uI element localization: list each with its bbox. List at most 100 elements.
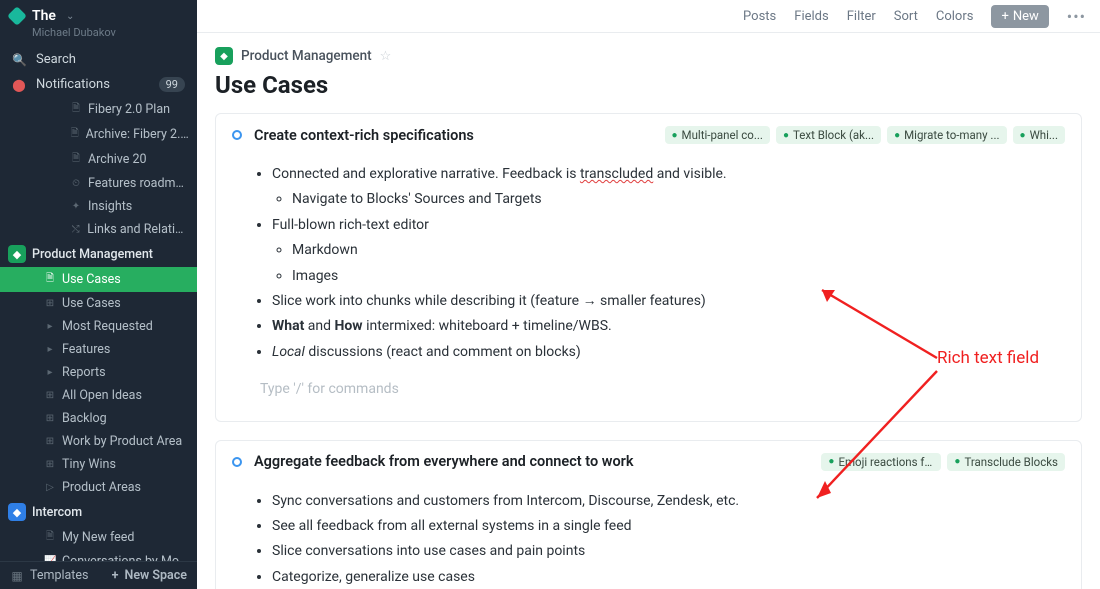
sidebar-item[interactable]: ⏲ Features roadmap: [0, 172, 197, 195]
page-title: Use Cases: [215, 71, 1082, 99]
grid-icon: ⊞: [44, 298, 56, 309]
sidebar-item-label: Tiny Wins: [62, 457, 116, 472]
status-dot-icon: [232, 130, 242, 140]
sidebar-item-label: Use Cases: [62, 296, 121, 311]
templates-button[interactable]: ▦ Templates: [10, 568, 88, 583]
sidebar-item-label: Archive 20: [88, 152, 147, 167]
sidebar-item[interactable]: ▷Product Areas: [0, 476, 197, 499]
topbar-link[interactable]: Filter: [847, 9, 876, 24]
sidebar-item-label: Features roadmap: [88, 176, 189, 191]
sidebar-item-label: Product Management: [32, 247, 153, 262]
space-icon: ◆: [8, 245, 26, 263]
favorite-star-icon[interactable]: ☆: [380, 49, 392, 64]
grid-icon: ⊞: [44, 413, 56, 424]
chevron-down-icon: ⌄: [66, 11, 74, 22]
sidebar-item[interactable]: ⊞ Backlog: [0, 407, 197, 430]
tri-icon: ▸: [44, 321, 56, 332]
search-button[interactable]: 🔍 Search: [0, 47, 197, 72]
notifications-button[interactable]: ⬤ Notifications 99: [0, 72, 197, 97]
more-menu-button[interactable]: •••: [1067, 7, 1086, 26]
tag[interactable]: ●Transclude Blocks: [947, 453, 1065, 471]
sidebar-item[interactable]: ⊞ Use Cases: [0, 292, 197, 315]
sidebar-item[interactable]: 🗎Use Cases: [0, 267, 197, 292]
tag[interactable]: ●Whi...: [1013, 126, 1065, 144]
topbar-link[interactable]: Posts: [743, 9, 776, 24]
sidebar-item-label: My New feed: [62, 530, 134, 545]
tri-icon: ▸: [44, 344, 56, 355]
sidebar-item[interactable]: 🗎 My New feed: [0, 525, 197, 550]
sidebar-space[interactable]: ◆ Product Management: [0, 241, 197, 267]
workspace-switcher[interactable]: The ⌄: [0, 0, 197, 26]
card-title: Aggregate feedback from everywhere and c…: [254, 453, 809, 470]
tag[interactable]: ● Migrate to-many ...: [887, 126, 1006, 144]
workspace-user: Michael Dubakov: [0, 26, 197, 47]
list-item: Images: [292, 265, 1065, 287]
new-space-label: New Space: [124, 568, 187, 583]
rich-text-body[interactable]: Connected and explorative narrative. Fee…: [216, 156, 1081, 421]
breadcrumb: ◆ Product Management ☆: [215, 47, 1082, 65]
space-icon: ◆: [8, 503, 26, 521]
sidebar-item[interactable]: ✦ Insights: [0, 195, 197, 218]
sidebar-item[interactable]: 📈Conversations by Month by Op...: [0, 550, 197, 561]
sidebar: The ⌄ Michael Dubakov 🔍 Search ⬤ Notific…: [0, 0, 197, 589]
notifications-count: 99: [159, 77, 185, 92]
tag-label: Text Block (ak...: [793, 128, 874, 142]
sidebar-space[interactable]: ◆ Intercom: [0, 499, 197, 525]
sidebar-item[interactable]: 🗎Archive: Fibery 2.0 Im...: [0, 122, 197, 147]
space-icon: ◆: [215, 47, 233, 65]
tag[interactable]: ●Multi-panel co...: [665, 126, 770, 144]
topbar-link[interactable]: Fields: [794, 9, 828, 24]
sidebar-item-label: Backlog: [62, 411, 107, 426]
topbar-link[interactable]: Sort: [894, 9, 918, 24]
plus-icon: +: [1001, 9, 1008, 24]
breadcrumb-space[interactable]: Product Management: [241, 48, 372, 64]
workspace-logo-icon: [7, 6, 27, 26]
check-icon: ●: [894, 130, 900, 141]
sidebar-item-label: Features: [62, 342, 110, 357]
annotation-arrow-1: [807, 278, 947, 368]
topbar-link[interactable]: Colors: [936, 9, 974, 24]
sidebar-item-label: Intercom: [32, 505, 82, 520]
tag-label: Whi...: [1030, 128, 1058, 142]
search-icon: 🔍: [12, 53, 26, 67]
new-space-button[interactable]: + New Space: [112, 568, 187, 583]
sidebar-item[interactable]: ⊞Tiny Wins: [0, 453, 197, 476]
sidebar-item-label: Conversations by Month by Op...: [62, 554, 189, 561]
sidebar-item-label: Links and Relations: [87, 222, 189, 237]
new-button-label: New: [1013, 9, 1039, 24]
tag-label: Migrate to-many ...: [904, 128, 999, 142]
sidebar-item[interactable]: 🗎Fibery 2.0 Plan: [0, 97, 197, 122]
sidebar-item[interactable]: ⊞Work by Product Area: [0, 430, 197, 453]
notifications-label: Notifications: [36, 77, 110, 92]
annotation-label: Rich text field: [937, 348, 1039, 368]
doc-icon: 🗎: [44, 529, 56, 546]
sidebar-item-label: Work by Product Area: [62, 434, 182, 449]
list-item: Navigate to Blocks' Sources and Targets: [292, 188, 1065, 210]
sidebar-item[interactable]: ▸ Features: [0, 338, 197, 361]
sidebar-item[interactable]: ⤭ Links and Relations: [0, 218, 197, 241]
time-icon: ⏲: [70, 178, 82, 189]
entity-card: Aggregate feedback from everywhere and c…: [215, 440, 1082, 589]
link-icon: ⤭: [70, 224, 81, 235]
sidebar-item[interactable]: ⊞All Open Ideas: [0, 384, 197, 407]
card-header[interactable]: Aggregate feedback from everywhere and c…: [216, 441, 1081, 483]
tag[interactable]: ●Text Block (ak...: [776, 126, 881, 144]
rich-text-body[interactable]: Sync conversations and customers from In…: [216, 483, 1081, 589]
doc-icon: 🗎: [44, 271, 56, 288]
sidebar-item[interactable]: ▸Most Requested: [0, 315, 197, 338]
sidebar-item[interactable]: 🗎Archive 20: [0, 147, 197, 172]
new-button[interactable]: + New: [991, 5, 1048, 28]
bulb-icon: ✦: [70, 201, 82, 212]
tri-icon: ▸: [44, 367, 56, 378]
card-title: Create context-rich specifications: [254, 127, 653, 144]
card-header[interactable]: Create context-rich specifications●Multi…: [216, 114, 1081, 156]
list-item: Slice conversations into use cases and p…: [272, 540, 1065, 562]
tag-label: Multi-panel co...: [682, 128, 763, 142]
list-item: See all feedback from all external syste…: [272, 515, 1065, 537]
tri-o-icon: ▷: [44, 482, 56, 493]
sidebar-item-label: Insights: [88, 199, 132, 214]
plus-icon: +: [112, 568, 119, 583]
doc-icon: 🗎: [70, 101, 82, 118]
content-area: ◆ Product Management ☆ Use Cases Create …: [197, 33, 1100, 589]
sidebar-item[interactable]: ▸Reports: [0, 361, 197, 384]
